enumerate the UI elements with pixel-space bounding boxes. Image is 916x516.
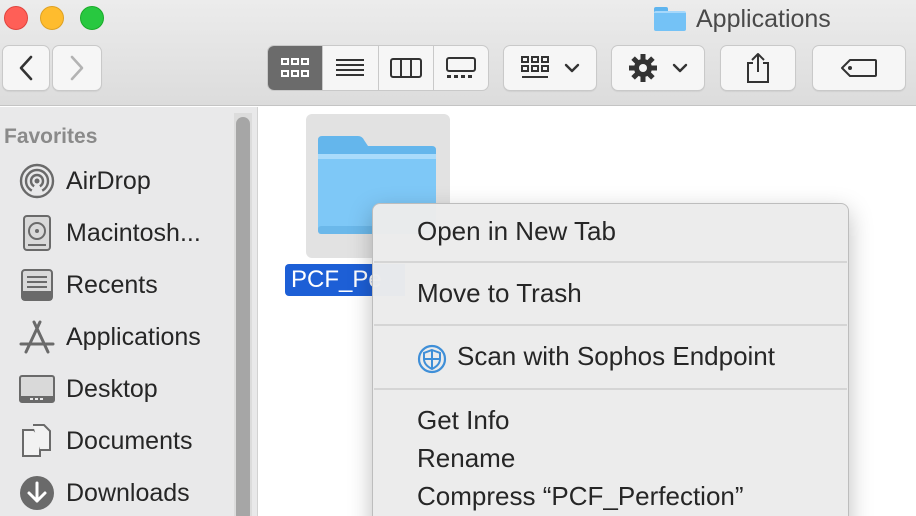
menu-separator bbox=[374, 324, 847, 326]
list-view-icon bbox=[336, 59, 365, 76]
sidebar-item-airdrop[interactable]: AirDrop bbox=[18, 161, 151, 201]
list-view-button[interactable] bbox=[323, 46, 379, 90]
documents-icon bbox=[18, 422, 56, 460]
group-by-icon bbox=[521, 56, 549, 78]
action-menu-button[interactable] bbox=[611, 45, 705, 91]
airdrop-icon bbox=[18, 162, 56, 200]
chevron-left-icon bbox=[19, 55, 33, 81]
menu-item-rename[interactable]: Rename bbox=[417, 443, 515, 474]
desktop-icon bbox=[18, 370, 56, 408]
close-window-button[interactable] bbox=[4, 6, 28, 30]
column-view-button[interactable] bbox=[379, 46, 434, 90]
sidebar: Favorites AirDrop Macintosh... Recents A… bbox=[0, 107, 258, 516]
menu-item-get-info[interactable]: Get Info bbox=[417, 405, 510, 436]
share-button[interactable] bbox=[720, 45, 796, 91]
back-button[interactable] bbox=[2, 45, 50, 91]
chevron-down-icon bbox=[672, 63, 688, 73]
sidebar-item-desktop[interactable]: Desktop bbox=[18, 369, 158, 409]
applications-icon bbox=[18, 318, 56, 356]
gallery-view-icon bbox=[445, 57, 476, 78]
chevron-right-icon bbox=[70, 55, 84, 81]
sidebar-item-macintosh-hd[interactable]: Macintosh... bbox=[18, 213, 201, 253]
share-icon bbox=[747, 53, 769, 83]
chevron-down-icon bbox=[564, 63, 580, 73]
sidebar-item-label: Macintosh... bbox=[66, 218, 201, 247]
tag-button[interactable] bbox=[812, 45, 906, 91]
menu-separator bbox=[374, 261, 847, 263]
icon-view-icon bbox=[281, 58, 310, 77]
recents-icon bbox=[18, 266, 56, 304]
menu-item-open-in-new-tab[interactable]: Open in New Tab bbox=[417, 216, 616, 247]
window-title-text: Applications bbox=[696, 4, 831, 33]
sidebar-heading-favorites: Favorites bbox=[4, 125, 98, 148]
sidebar-item-recents[interactable]: Recents bbox=[18, 265, 158, 305]
sophos-shield-icon bbox=[417, 344, 447, 379]
sidebar-scroll-thumb[interactable] bbox=[236, 117, 250, 516]
sidebar-item-applications[interactable]: Applications bbox=[18, 317, 201, 357]
view-mode-control bbox=[267, 45, 489, 91]
sidebar-item-label: Recents bbox=[66, 270, 158, 299]
sidebar-item-label: Desktop bbox=[66, 374, 158, 403]
sidebar-item-documents[interactable]: Documents bbox=[18, 421, 192, 461]
zoom-window-button[interactable] bbox=[80, 6, 104, 30]
menu-item-compress[interactable]: Compress “PCF_Perfection” bbox=[417, 481, 744, 512]
downloads-icon bbox=[18, 474, 56, 512]
sidebar-item-downloads[interactable]: Downloads bbox=[18, 473, 190, 513]
menu-separator bbox=[374, 388, 847, 390]
tag-icon bbox=[841, 59, 877, 77]
sidebar-item-label: Documents bbox=[66, 426, 193, 455]
icon-view-button[interactable] bbox=[268, 46, 324, 90]
sidebar-item-label: Downloads bbox=[66, 478, 190, 507]
sidebar-item-label: Applications bbox=[66, 322, 201, 351]
sidebar-scrollbar[interactable] bbox=[234, 113, 252, 516]
context-menu: Open in New Tab Move to Trash Scan with … bbox=[372, 203, 849, 516]
column-view-icon bbox=[389, 58, 422, 78]
sidebar-item-label: AirDrop bbox=[66, 166, 151, 195]
group-by-button[interactable] bbox=[503, 45, 597, 91]
window-toolbar: Applications bbox=[0, 0, 916, 106]
minimize-window-button[interactable] bbox=[40, 6, 64, 30]
menu-item-move-to-trash[interactable]: Move to Trash bbox=[417, 278, 582, 309]
menu-item-scan-with-sophos[interactable]: Scan with Sophos Endpoint bbox=[457, 341, 775, 372]
forward-button[interactable] bbox=[52, 45, 102, 91]
hard-disk-icon bbox=[18, 214, 56, 252]
folder-icon bbox=[654, 7, 686, 31]
gear-icon bbox=[629, 54, 657, 82]
window-title: Applications bbox=[654, 4, 831, 34]
gallery-view-button[interactable] bbox=[434, 46, 488, 90]
